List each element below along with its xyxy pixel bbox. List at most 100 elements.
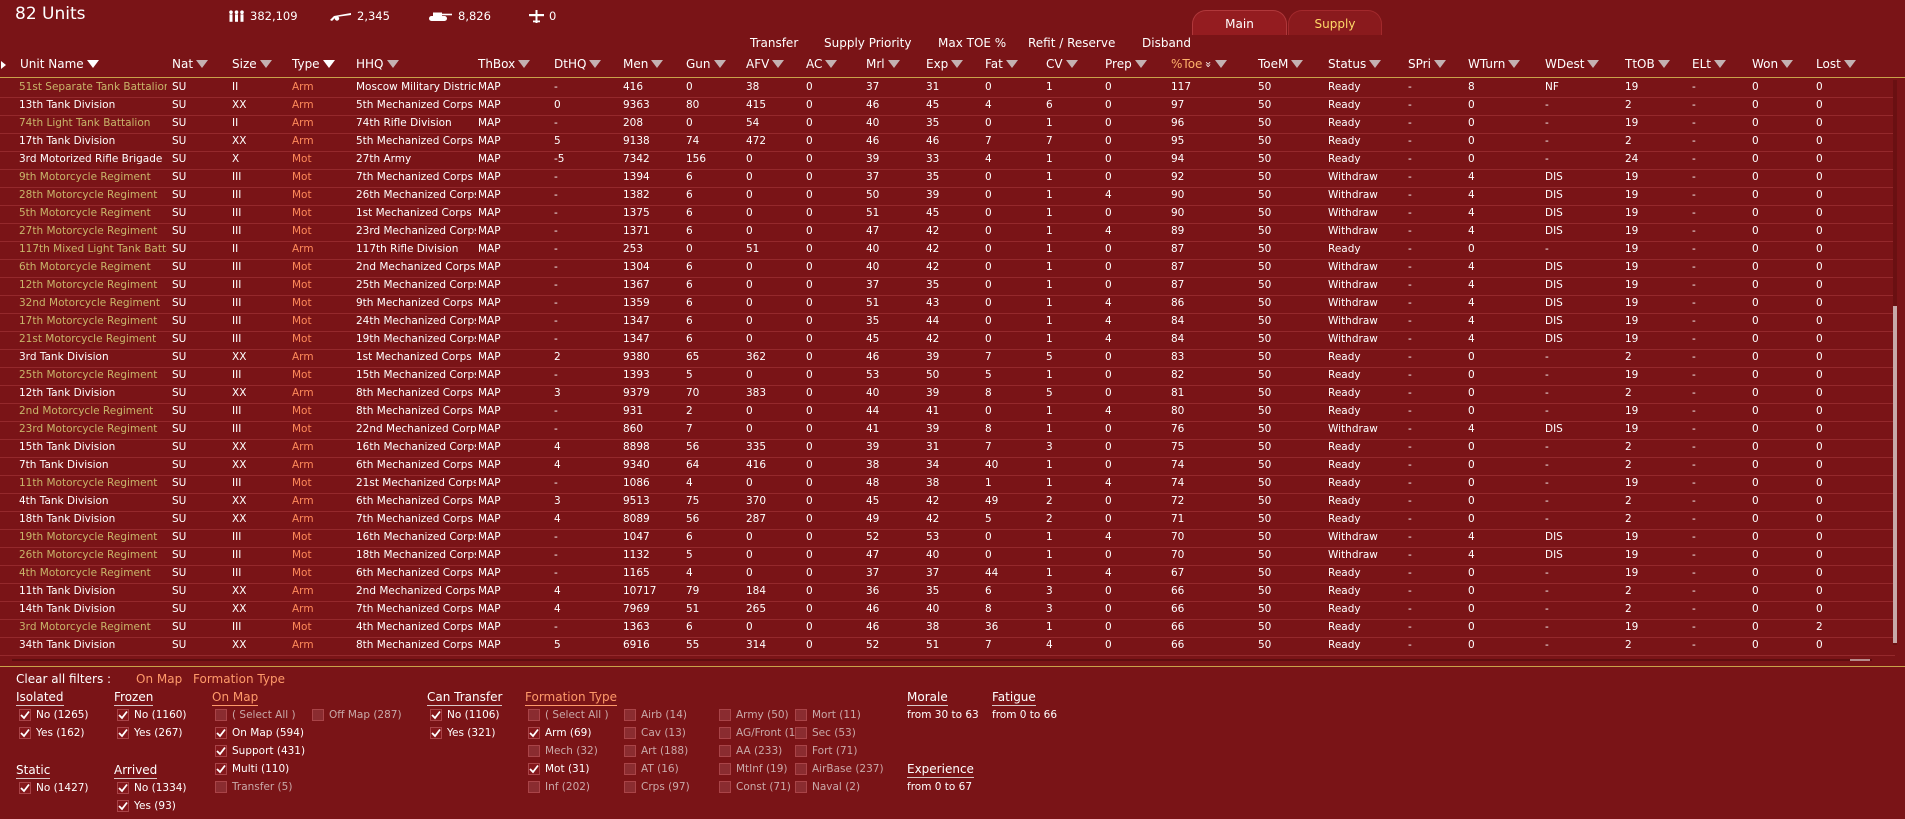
- filter-option[interactable]: Const (71): [719, 781, 791, 793]
- column-header-dthq[interactable]: DtHQ: [554, 57, 602, 71]
- column-filter-icon[interactable]: [589, 60, 602, 68]
- table-row[interactable]: 12th Motorcycle Regiment SU III Mot 25th Mec…: [0, 277, 1895, 296]
- column-header-thbox[interactable]: ThBox: [478, 57, 531, 71]
- cell-unit-name[interactable]: 12th Tank Division: [19, 387, 167, 399]
- column-filter-icon[interactable]: [1843, 60, 1856, 68]
- checkbox[interactable]: [19, 782, 31, 794]
- column-header-won[interactable]: Won: [1752, 57, 1794, 71]
- column-header-wdest[interactable]: WDest: [1545, 57, 1600, 71]
- column-header-fat[interactable]: Fat: [985, 57, 1018, 71]
- checkbox[interactable]: [215, 709, 227, 721]
- filter-option[interactable]: Support (431): [215, 745, 305, 757]
- table-row[interactable]: 11th Tank Division SU XX Arm 2nd Mechanized …: [0, 583, 1895, 602]
- column-filter-icon[interactable]: [386, 60, 399, 68]
- filter-option[interactable]: No (1427): [19, 782, 89, 794]
- cell-unit-name[interactable]: 17th Tank Division: [19, 135, 167, 147]
- column-header-exp[interactable]: Exp: [926, 57, 964, 71]
- table-row[interactable]: 26th Motorcycle Regiment SU III Mot 18th Mec…: [0, 547, 1895, 566]
- table-row[interactable]: 34th Tank Division SU XX Arm 8th Mechanized …: [0, 637, 1895, 656]
- filter-option[interactable]: Yes (267): [117, 727, 183, 739]
- cell-hhq[interactable]: 19th Mechanized Corps: [356, 333, 476, 345]
- cell-hhq[interactable]: 6th Mechanized Corps: [356, 459, 476, 471]
- filter-option[interactable]: Yes (162): [19, 727, 85, 739]
- table-row[interactable]: 3rd Motorized Rifle Brigade SU X Mot 27th Ar…: [0, 151, 1895, 170]
- table-row[interactable]: 17th Tank Division SU XX Arm 5th Mechanized …: [0, 133, 1895, 152]
- column-filter-icon[interactable]: [86, 60, 99, 68]
- filter-option[interactable]: Airb (14): [624, 709, 687, 721]
- checkbox[interactable]: [528, 709, 540, 721]
- cell-unit-name[interactable]: 26th Motorcycle Regiment: [19, 549, 167, 561]
- column-filter-icon[interactable]: [196, 60, 209, 68]
- cell-unit-name[interactable]: 14th Tank Division: [19, 603, 167, 615]
- cell-unit-name[interactable]: 17th Motorcycle Regiment: [19, 315, 167, 327]
- column-header-wturn[interactable]: WTurn: [1468, 57, 1521, 71]
- filter-option[interactable]: Yes (93): [117, 800, 176, 812]
- filter-option[interactable]: AG/Front (18): [719, 727, 806, 739]
- cell-hhq[interactable]: 23rd Mechanized Corps: [356, 225, 476, 237]
- cell-unit-name[interactable]: 12th Motorcycle Regiment: [19, 279, 167, 291]
- table-row[interactable]: 25th Motorcycle Regiment SU III Mot 15th Mec…: [0, 367, 1895, 386]
- cell-hhq[interactable]: 8th Mechanized Corps: [356, 387, 476, 399]
- filter-option[interactable]: ( Select All ): [528, 709, 609, 721]
- cell-unit-name[interactable]: 117th Mixed Light Tank Battali: [19, 243, 167, 255]
- table-row[interactable]: 7th Tank Division SU XX Arm 6th Mechanized C…: [0, 457, 1895, 476]
- cell-unit-name[interactable]: 28th Motorcycle Regiment: [19, 189, 167, 201]
- cell-hhq[interactable]: 5th Mechanized Corps: [356, 135, 476, 147]
- filter-option[interactable]: Cav (13): [624, 727, 686, 739]
- cell-hhq[interactable]: 15th Mechanized Corps: [356, 369, 476, 381]
- sort-descending-icon[interactable]: »: [1202, 61, 1215, 68]
- table-row[interactable]: 27th Motorcycle Regiment SU III Mot 23rd Mec…: [0, 223, 1895, 242]
- cell-unit-name[interactable]: 32nd Motorcycle Regiment: [19, 297, 167, 309]
- checkbox[interactable]: [528, 745, 540, 757]
- column-header-pct-toe[interactable]: %Toe»: [1171, 57, 1228, 71]
- cell-hhq[interactable]: 5th Mechanized Corps: [356, 99, 476, 111]
- horizontal-scrollbar-track[interactable]: [12, 659, 1872, 661]
- filter-option[interactable]: Army (50): [719, 709, 789, 721]
- table-row[interactable]: 9th Motorcycle Regiment SU III Mot 7th Mecha…: [0, 169, 1895, 188]
- column-header-gun[interactable]: Gun: [686, 57, 726, 71]
- cell-hhq[interactable]: 2nd Mechanized Corps: [356, 585, 476, 597]
- cell-unit-name[interactable]: 3rd Motorized Rifle Brigade: [19, 153, 167, 165]
- filter-option[interactable]: Fort (71): [795, 745, 857, 757]
- table-row[interactable]: 14th Tank Division SU XX Arm 7th Mechanized …: [0, 601, 1895, 620]
- clear-all-filters-button[interactable]: Clear all filters :: [16, 672, 111, 686]
- column-filter-icon[interactable]: [1657, 60, 1670, 68]
- filter-option[interactable]: No (1160): [117, 709, 187, 721]
- filter-option[interactable]: Transfer (5): [215, 781, 292, 793]
- refit-reserve-button[interactable]: Refit / Reserve: [1028, 36, 1115, 50]
- cell-unit-name[interactable]: 23rd Motorcycle Regiment: [19, 423, 167, 435]
- cell-hhq[interactable]: 117th Rifle Division: [356, 243, 476, 255]
- cell-hhq[interactable]: 18th Mechanized Corps: [356, 549, 476, 561]
- cell-unit-name[interactable]: 27th Motorcycle Regiment: [19, 225, 167, 237]
- filter-option[interactable]: AA (233): [719, 745, 782, 757]
- checkbox[interactable]: [19, 727, 31, 739]
- cell-unit-name[interactable]: 19th Motorcycle Regiment: [19, 531, 167, 543]
- filter-option[interactable]: Multi (110): [215, 763, 289, 775]
- cell-hhq[interactable]: 21st Mechanized Corps: [356, 477, 476, 489]
- filter-option[interactable]: AirBase (237): [795, 763, 884, 775]
- column-header-toem[interactable]: ToeM: [1258, 57, 1304, 71]
- cell-hhq[interactable]: 26th Mechanized Corps: [356, 189, 476, 201]
- cell-unit-name[interactable]: 21st Motorcycle Regiment: [19, 333, 167, 345]
- cell-hhq[interactable]: 6th Mechanized Corps: [356, 567, 476, 579]
- cell-hhq[interactable]: 7th Mechanized Corps: [356, 603, 476, 615]
- filter-option[interactable]: Yes (321): [430, 727, 496, 739]
- column-filter-icon[interactable]: [1713, 60, 1726, 68]
- checkbox[interactable]: [215, 763, 227, 775]
- cell-hhq[interactable]: Moscow Military District: [356, 81, 476, 93]
- checkbox[interactable]: [719, 763, 731, 775]
- cell-hhq[interactable]: 7th Mechanized Corps: [356, 513, 476, 525]
- cell-unit-name[interactable]: 74th Light Tank Battalion: [19, 117, 167, 129]
- column-filter-icon[interactable]: [1508, 60, 1521, 68]
- cell-hhq[interactable]: 6th Mechanized Corps: [356, 495, 476, 507]
- cell-unit-name[interactable]: 2nd Motorcycle Regiment: [19, 405, 167, 417]
- filter-option[interactable]: MtInf (19): [719, 763, 788, 775]
- column-header-elt[interactable]: ELt: [1692, 57, 1726, 71]
- table-row[interactable]: 13th Tank Division SU XX Arm 5th Mechanized …: [0, 97, 1895, 116]
- cell-unit-name[interactable]: 4th Motorcycle Regiment: [19, 567, 167, 579]
- column-filter-icon[interactable]: [1433, 60, 1446, 68]
- column-filter-icon[interactable]: [772, 60, 785, 68]
- checkbox[interactable]: [624, 709, 636, 721]
- cell-hhq[interactable]: 8th Mechanized Corps: [356, 405, 476, 417]
- cell-hhq[interactable]: 2nd Mechanized Corps: [356, 261, 476, 273]
